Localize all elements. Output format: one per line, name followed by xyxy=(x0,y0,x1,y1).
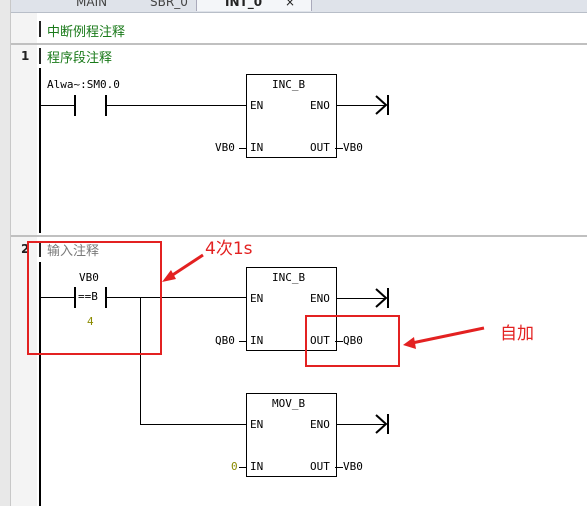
annotation-arrows xyxy=(162,253,485,349)
red-arrow-icon xyxy=(403,326,485,349)
red-arrow-icon xyxy=(162,253,204,282)
